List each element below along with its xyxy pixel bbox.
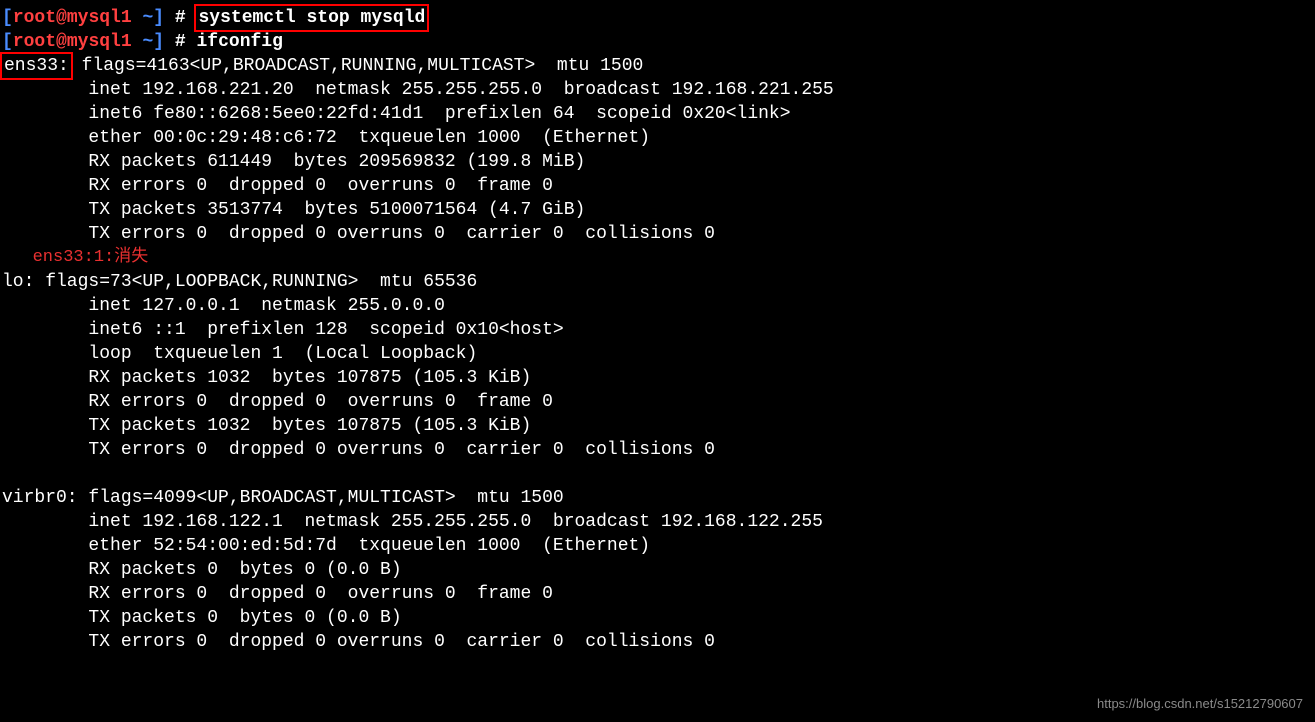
ens33-flags: flags=4163<UP,BROADCAST,RUNNING,MULTICAS… — [71, 56, 644, 76]
virbr0-tx-errors: TX errors 0 dropped 0 overruns 0 carrier… — [2, 630, 1313, 654]
virbr0-ether: ether 52:54:00:ed:5d:7d txqueuelen 1000 … — [2, 534, 1313, 558]
lo-inet6: inet6 ::1 prefixlen 128 scopeid 0x10<hos… — [2, 318, 1313, 342]
ens33-inet6: inet6 fe80::6268:5ee0:22fd:41d1 prefixle… — [2, 102, 1313, 126]
watermark-text: https://blog.csdn.net/s15212790607 — [1097, 692, 1303, 716]
bracket-open: [ — [2, 8, 13, 28]
prompt-host: mysql1 — [67, 8, 132, 28]
prompt-at: @ — [56, 8, 67, 28]
lo-header: lo: flags=73<UP,LOOPBACK,RUNNING> mtu 65… — [2, 270, 1313, 294]
cmd-ifconfig: ifconfig — [196, 32, 282, 52]
ens33-inet: inet 192.168.221.20 netmask 255.255.255.… — [2, 78, 1313, 102]
virbr0-tx-packets: TX packets 0 bytes 0 (0.0 B) — [2, 606, 1313, 630]
prompt-path: ~ — [132, 32, 154, 52]
prompt-at: @ — [56, 32, 67, 52]
terminal-output[interactable]: [root@mysql1 ~] # systemctl stop mysqld … — [2, 6, 1313, 654]
bracket-close: ] — [153, 32, 164, 52]
ens33-tx-packets: TX packets 3513774 bytes 5100071564 (4.7… — [2, 198, 1313, 222]
prompt-line-1: [root@mysql1 ~] # systemctl stop mysqld — [2, 6, 1313, 30]
prompt-host: mysql1 — [67, 32, 132, 52]
highlighted-command-1: systemctl stop mysqld — [194, 4, 429, 32]
prompt-path: ~ — [132, 8, 154, 28]
prompt-user: root — [13, 32, 56, 52]
lo-inet: inet 127.0.0.1 netmask 255.0.0.0 — [2, 294, 1313, 318]
prompt-line-2: [root@mysql1 ~] # ifconfig — [2, 30, 1313, 54]
prompt-hash: # — [164, 8, 196, 28]
blank-line — [2, 462, 1313, 486]
bracket-open: [ — [2, 32, 13, 52]
lo-tx-packets: TX packets 1032 bytes 107875 (105.3 KiB) — [2, 414, 1313, 438]
ens33-tx-errors: TX errors 0 dropped 0 overruns 0 carrier… — [2, 222, 1313, 246]
annotation-ens33-1-missing: ens33:1:消失 — [2, 246, 1313, 270]
lo-rx-packets: RX packets 1032 bytes 107875 (105.3 KiB) — [2, 366, 1313, 390]
lo-loop: loop txqueuelen 1 (Local Loopback) — [2, 342, 1313, 366]
ens33-ether: ether 00:0c:29:48:c6:72 txqueuelen 1000 … — [2, 126, 1313, 150]
virbr0-inet: inet 192.168.122.1 netmask 255.255.255.0… — [2, 510, 1313, 534]
cmd-stop-mysqld: systemctl stop mysqld — [198, 8, 425, 28]
prompt-user: root — [13, 8, 56, 28]
iface-name-ens33: ens33: — [4, 56, 69, 76]
ens33-rx-packets: RX packets 611449 bytes 209569832 (199.8… — [2, 150, 1313, 174]
ens33-header: ens33: flags=4163<UP,BROADCAST,RUNNING,M… — [2, 54, 1313, 78]
virbr0-rx-errors: RX errors 0 dropped 0 overruns 0 frame 0 — [2, 582, 1313, 606]
virbr0-rx-packets: RX packets 0 bytes 0 (0.0 B) — [2, 558, 1313, 582]
lo-tx-errors: TX errors 0 dropped 0 overruns 0 carrier… — [2, 438, 1313, 462]
prompt-hash: # — [164, 32, 196, 52]
lo-rx-errors: RX errors 0 dropped 0 overruns 0 frame 0 — [2, 390, 1313, 414]
ens33-rx-errors: RX errors 0 dropped 0 overruns 0 frame 0 — [2, 174, 1313, 198]
highlighted-interface-ens33: ens33: — [0, 52, 73, 80]
bracket-close: ] — [153, 8, 164, 28]
virbr0-header: virbr0: flags=4099<UP,BROADCAST,MULTICAS… — [2, 486, 1313, 510]
